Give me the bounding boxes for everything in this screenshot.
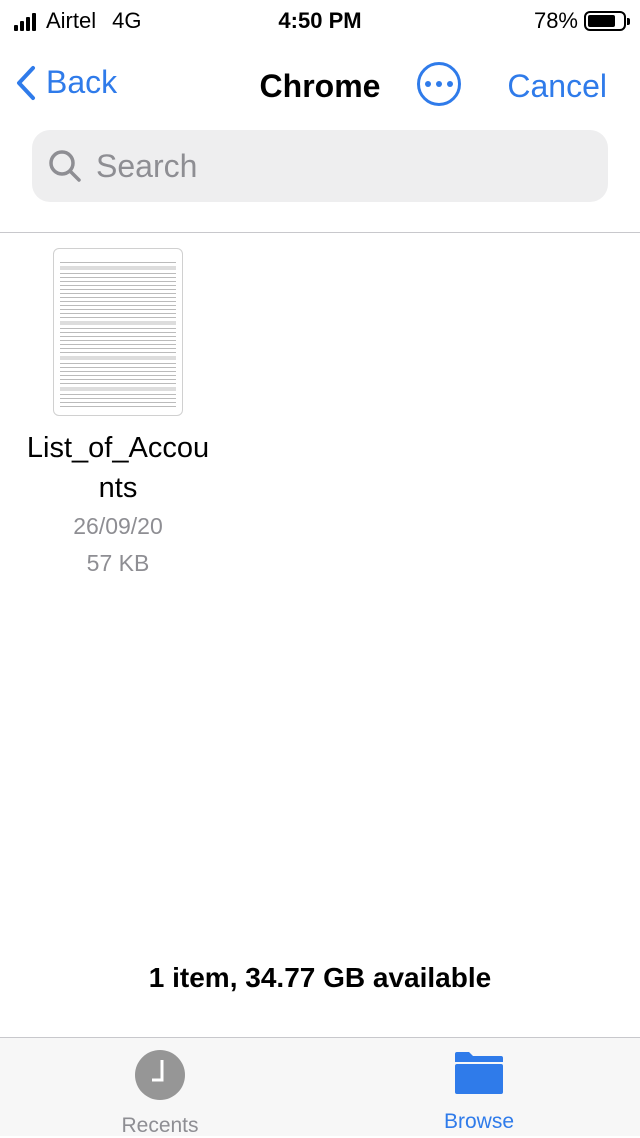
tab-label: Browse bbox=[443, 1110, 515, 1133]
thumbnail-line bbox=[60, 266, 176, 270]
tab-browse[interactable]: Browse bbox=[379, 1050, 579, 1134]
file-size: 57 KB bbox=[86, 550, 150, 576]
tab-bar: Recents Browse bbox=[0, 1037, 640, 1138]
thumbnail-line bbox=[60, 406, 176, 407]
tab-recents[interactable]: Recents bbox=[60, 1050, 260, 1138]
folder-icon bbox=[455, 1052, 503, 1094]
file-name: List_of_Accounts bbox=[26, 432, 210, 504]
thumbnail-line bbox=[60, 387, 176, 391]
thumbnail-line bbox=[60, 328, 176, 329]
search-field[interactable] bbox=[32, 130, 608, 202]
thumbnail-line bbox=[60, 402, 176, 403]
thumbnail-line bbox=[60, 352, 176, 353]
document-thumbnail bbox=[53, 248, 183, 416]
tab-label: Recents bbox=[121, 1114, 199, 1137]
divider bbox=[0, 232, 640, 233]
status-bar: Airtel 4G 4:50 PM 78% bbox=[0, 0, 640, 40]
cancel-button[interactable]: Cancel bbox=[507, 68, 607, 105]
thumbnail-line bbox=[60, 297, 176, 298]
thumbnail-line bbox=[60, 336, 176, 337]
battery-icon bbox=[584, 11, 630, 31]
thumbnail-line bbox=[60, 309, 176, 310]
storage-summary: 1 item, 34.77 GB available bbox=[148, 962, 492, 993]
thumbnail-line bbox=[60, 273, 176, 274]
nav-bar: Back Chrome Cancel bbox=[0, 56, 640, 112]
thumbnail-line bbox=[60, 293, 176, 294]
search-icon bbox=[49, 150, 81, 182]
thumbnail-line bbox=[60, 321, 176, 325]
thumbnail-line bbox=[60, 281, 176, 282]
battery-percent: 78% bbox=[533, 8, 578, 33]
thumbnail-line bbox=[60, 340, 176, 341]
thumbnail-line bbox=[60, 285, 176, 286]
file-item[interactable]: List_of_Accounts 26/09/20 57 KB bbox=[20, 248, 216, 582]
thumbnail-line bbox=[60, 383, 176, 384]
thumbnail-line bbox=[60, 301, 176, 302]
thumbnail-line bbox=[60, 394, 176, 395]
thumbnail-line bbox=[60, 289, 176, 290]
thumbnail-line bbox=[60, 379, 176, 380]
thumbnail-line bbox=[60, 363, 176, 364]
clock-icon bbox=[135, 1050, 185, 1100]
search-input[interactable] bbox=[96, 147, 576, 185]
thumbnail-line bbox=[60, 371, 176, 372]
thumbnail-line bbox=[60, 348, 176, 349]
thumbnail-line bbox=[60, 313, 176, 314]
thumbnail-line bbox=[60, 277, 176, 278]
thumbnail-line bbox=[60, 375, 176, 376]
back-button[interactable]: Back bbox=[16, 64, 117, 101]
thumbnail-line bbox=[60, 367, 176, 368]
file-date: 26/09/20 bbox=[73, 513, 163, 539]
thumbnail-line bbox=[60, 305, 176, 306]
ellipsis-circle-icon[interactable] bbox=[417, 62, 461, 106]
thumbnail-line bbox=[60, 344, 176, 345]
thumbnail-line bbox=[60, 332, 176, 333]
thumbnail-line bbox=[60, 317, 176, 318]
chevron-left-icon bbox=[17, 65, 35, 100]
thumbnail-line bbox=[60, 398, 176, 399]
thumbnail-line bbox=[60, 262, 176, 263]
back-label: Back bbox=[46, 64, 118, 100]
thumbnail-line bbox=[60, 356, 176, 360]
